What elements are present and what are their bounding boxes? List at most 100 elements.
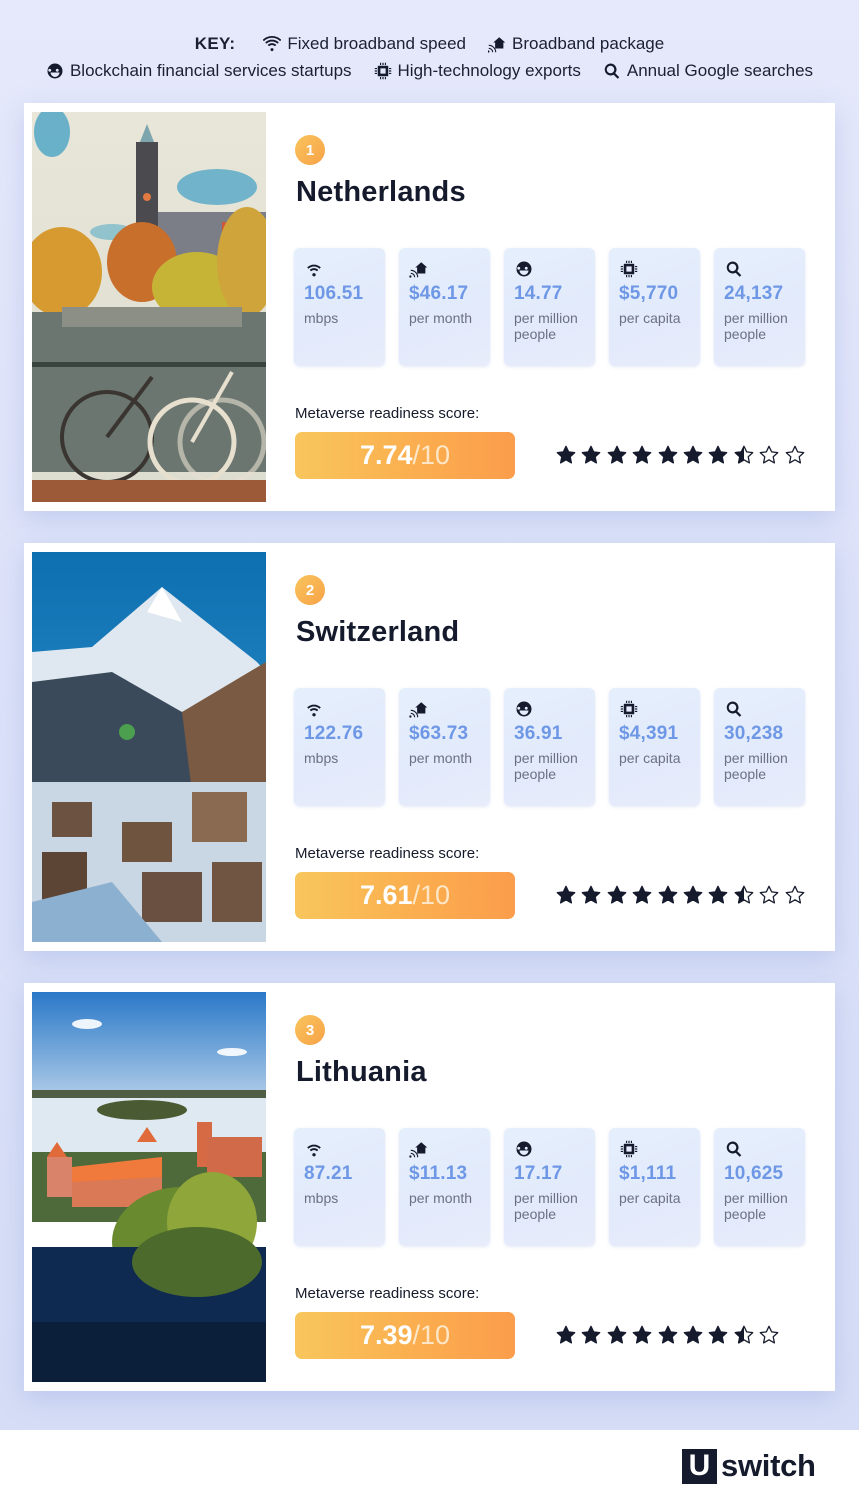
score-badge: 7.39/10 (295, 1312, 515, 1359)
stat-hightech-exports: $1,111 per capita (609, 1128, 700, 1246)
star-empty-icon (785, 445, 804, 464)
stat-value: $46.17 (409, 283, 469, 304)
stat-unit: per month (409, 1190, 473, 1206)
key-label: Blockchain financial services startups (69, 61, 352, 80)
score-value: 7.74 (359, 440, 413, 470)
stat-value: 106.51 (304, 283, 364, 304)
stat-value: $11.13 (409, 1163, 468, 1184)
stat-unit: per month (409, 750, 473, 766)
stat-value: $4,391 (619, 723, 679, 744)
score-label: Metaverse readiness score: (295, 845, 480, 862)
wifi-icon (263, 35, 282, 51)
stat-value: 24,137 (724, 283, 784, 304)
stat-unit: mbps (304, 310, 339, 326)
country-card: 3 Lithuania 87.21 mbps $11.13 per month 17… (24, 983, 835, 1391)
stat-unit: mbps (304, 1190, 339, 1206)
stat-broadband-package: $46.17 per month (399, 248, 490, 366)
stats-row: 87.21 mbps $11.13 per month 17.17 per milli… (294, 1128, 805, 1246)
rank-badge: 1 (295, 135, 325, 165)
stats-row: 106.51 mbps $46.17 per month 14.77 per mill… (294, 248, 805, 366)
rank-badge: 2 (295, 575, 325, 605)
stat-unit: per capita (619, 750, 681, 766)
star-full-icon (582, 445, 601, 464)
blockchain-icon (514, 260, 534, 278)
country-card: 1 Netherlands 106.51 mbps $46.17 per month… (24, 103, 835, 511)
stat-value: 122.76 (304, 723, 364, 744)
star-full-icon (708, 445, 728, 464)
stat-unit: per million people (724, 310, 788, 342)
key-item-google-searches: Annual Google searches (603, 57, 813, 84)
matterhorn-village-photo (32, 552, 266, 942)
star-full-icon (658, 445, 677, 464)
wifi-icon (304, 700, 324, 718)
star-full-icon (632, 445, 652, 464)
score-label: Metaverse readiness score: (295, 1285, 480, 1302)
stat-unit: per capita (619, 1190, 681, 1206)
stat-google-searches: 30,238 per million people (714, 688, 805, 806)
stat-value: 14.77 (514, 283, 563, 304)
stat-broadband-package: $11.13 per month (399, 1128, 490, 1246)
key-label: Broadband package (512, 34, 665, 53)
stat-unit: per million people (724, 750, 788, 782)
key-label: Fixed broadband speed (287, 34, 466, 53)
stat-unit: per million people (514, 750, 578, 782)
wifi-icon (304, 1140, 324, 1158)
chip-icon (619, 700, 639, 718)
star-half-icon (734, 1325, 754, 1344)
star-empty-icon (785, 885, 804, 904)
star-empty-icon (759, 445, 779, 464)
amsterdam-canal-photo (32, 112, 266, 502)
stat-google-searches: 10,625 per million people (714, 1128, 805, 1246)
stat-unit: per million people (724, 1190, 788, 1222)
search-icon (604, 63, 620, 79)
chip-icon (619, 260, 639, 278)
stat-unit: per month (409, 310, 473, 326)
broadband-house-icon (409, 260, 429, 278)
country-name: Lithuania (296, 1056, 427, 1088)
star-rating (555, 884, 806, 906)
country-name: Netherlands (296, 176, 466, 208)
stat-hightech-exports: $5,770 per capita (609, 248, 700, 366)
stat-unit: per capita (619, 310, 681, 326)
stat-blockchain: 17.17 per million people (504, 1128, 595, 1246)
key-item-broadband-speed: Fixed broadband speed (263, 30, 466, 57)
uswitch-logo: U switch (682, 1448, 816, 1484)
star-empty-icon (759, 1325, 779, 1344)
star-full-icon (683, 1325, 703, 1344)
score-max: /10 (412, 1320, 451, 1350)
key-item-blockchain: Blockchain financial services startups (46, 57, 352, 84)
star-full-icon (658, 885, 677, 904)
star-rating (555, 444, 806, 466)
star-full-icon (607, 885, 627, 904)
stat-value: 17.17 (514, 1163, 563, 1184)
stat-unit: per million people (514, 1190, 578, 1222)
key-title: KEY: (194, 34, 236, 53)
stat-blockchain: 36.91 per million people (504, 688, 595, 806)
star-full-icon (632, 885, 652, 904)
logo-mark: U (682, 1448, 717, 1484)
star-full-icon (582, 1325, 601, 1344)
star-full-icon (708, 885, 728, 904)
stat-google-searches: 24,137 per million people (714, 248, 805, 366)
stat-value: $63.73 (409, 723, 469, 744)
search-icon (724, 700, 744, 718)
star-full-icon (607, 1325, 627, 1344)
score-badge: 7.61/10 (295, 872, 515, 919)
key-item-hightech: High-technology exports (374, 57, 581, 84)
blockchain-icon (514, 1140, 534, 1158)
legend-key: KEY: Fixed broadband speed Broadband pac… (0, 30, 859, 84)
stat-value: 10,625 (724, 1163, 784, 1184)
score-max: /10 (412, 440, 451, 470)
footer: U switch (0, 1430, 859, 1500)
star-half-icon (734, 445, 754, 464)
star-full-icon (556, 885, 576, 904)
key-label: Annual Google searches (626, 61, 814, 80)
chip-icon (374, 62, 391, 79)
star-full-icon (582, 885, 601, 904)
country-card: 2 Switzerland 122.76 mbps $63.73 per month… (24, 543, 835, 951)
star-full-icon (556, 1325, 576, 1344)
stat-value: $5,770 (619, 283, 679, 304)
stat-value: $1,111 (619, 1163, 677, 1184)
star-full-icon (607, 445, 627, 464)
broadband-house-icon (409, 1140, 429, 1158)
